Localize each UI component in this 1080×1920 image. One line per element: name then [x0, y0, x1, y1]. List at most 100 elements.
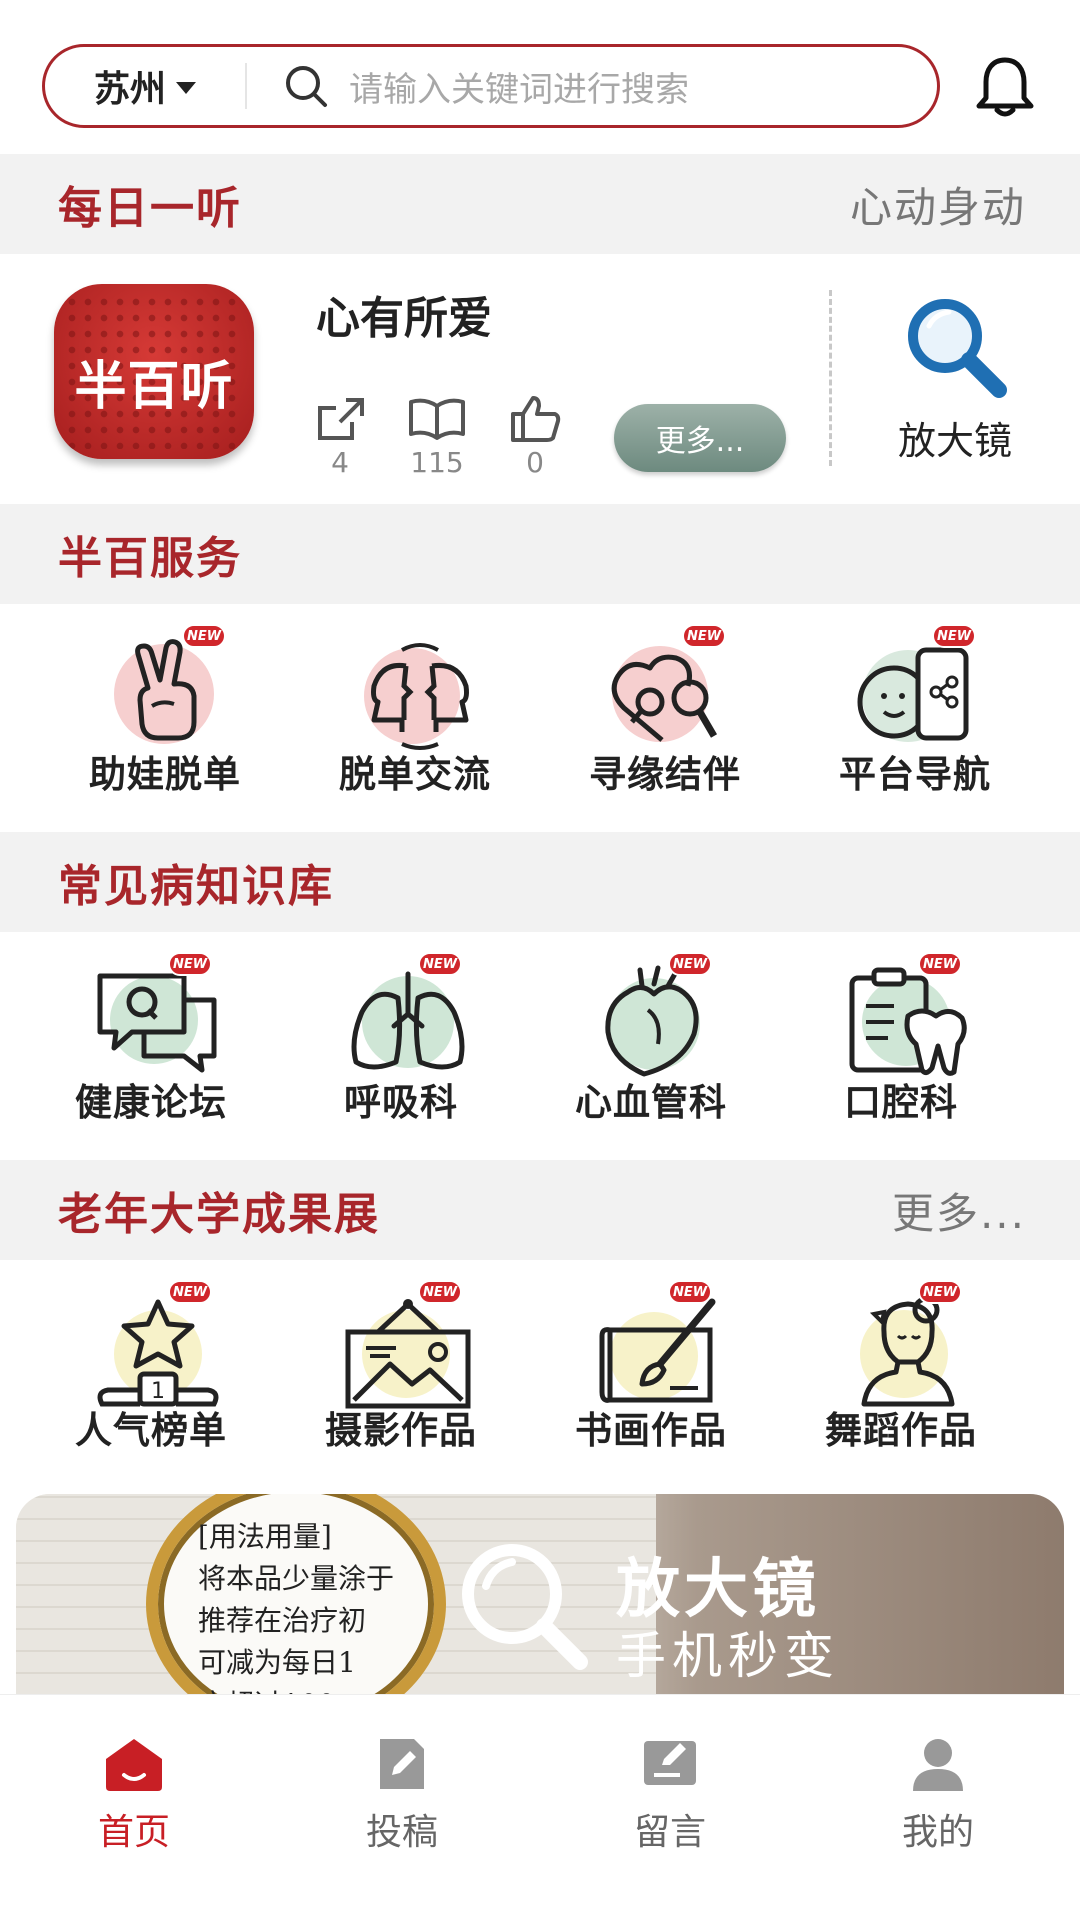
knowledge-label: 心血管科: [575, 1081, 727, 1124]
new-badge: NEW: [168, 1280, 212, 1304]
phone-share-icon: [852, 636, 992, 756]
vertical-divider: [829, 290, 832, 466]
service-label: 寻缘结伴: [589, 753, 741, 796]
lens-image: [用法用量] 将本品少量涂于 推荐在治疗初 可减为每日1 应超过100g。: [146, 1494, 446, 1694]
services-grid: NEW 助娃脱单 脱单交流 NEW 寻缘结伴 NEW 平台导航: [0, 604, 1080, 828]
picture-frame-icon: [338, 1292, 478, 1412]
lungs-icon: [338, 964, 478, 1084]
search-divider: [245, 63, 247, 109]
daily-header: 每日一听 心动身动: [0, 154, 1080, 254]
knowledge-item-dental[interactable]: NEW 口腔科: [776, 932, 1026, 1156]
knowledge-label: 呼吸科: [344, 1081, 458, 1124]
service-item-zhuwa[interactable]: NEW 助娃脱单: [40, 604, 290, 828]
brush-scroll-icon: [588, 1292, 728, 1412]
two-faces-icon: [352, 636, 492, 756]
university-more-link[interactable]: 更多...: [892, 1180, 1026, 1241]
section-title: 老年大学成果展: [58, 1189, 380, 1240]
service-item-nav[interactable]: NEW 平台导航: [790, 604, 1040, 828]
city-selector[interactable]: 苏州: [45, 47, 245, 125]
new-badge: NEW: [182, 624, 226, 648]
section-title: 每日一听: [58, 183, 242, 234]
home-icon: [106, 1739, 162, 1791]
knowledge-label: 口腔科: [844, 1081, 958, 1124]
logo-text: 半百听: [74, 357, 234, 417]
share-stat[interactable]: 4: [300, 394, 380, 479]
knowledge-label: 健康论坛: [75, 1081, 227, 1124]
magnifier-shortcut[interactable]: 放大镜: [880, 290, 1030, 465]
university-item-painting[interactable]: NEW 书画作品: [526, 1260, 776, 1484]
tab-home[interactable]: 首页: [34, 1735, 234, 1855]
section-title: 半百服务: [58, 533, 242, 584]
magnifier-icon: [462, 1544, 588, 1670]
knowledge-header: 常见病知识库: [0, 832, 1080, 932]
heart-search-icon: [602, 636, 742, 756]
service-label: 助娃脱单: [89, 753, 241, 796]
tooth-clipboard-icon: [838, 964, 978, 1084]
university-item-dance[interactable]: NEW 舞蹈作品: [776, 1260, 1026, 1484]
read-count: 115: [410, 446, 464, 479]
more-button[interactable]: 更多...: [614, 404, 786, 472]
service-label: 平台导航: [839, 753, 991, 796]
heart-organ-icon: [588, 964, 728, 1084]
daily-slogan[interactable]: 心动身动: [850, 174, 1026, 235]
song-title[interactable]: 心有所爱: [316, 282, 492, 346]
banner-subtitle: 手机秒变: [616, 1627, 840, 1685]
edit-document-icon: [380, 1739, 424, 1789]
university-label: 人气榜单: [75, 1409, 227, 1452]
top-bar: 苏州 请输入关键词进行搜索: [0, 0, 1080, 156]
new-badge: NEW: [932, 624, 976, 648]
bottom-nav: 首页 投稿 留言 我的: [0, 1694, 1080, 1920]
bell-icon[interactable]: [972, 54, 1038, 120]
magnifier-label: 放大镜: [897, 419, 1012, 463]
like-count: 0: [526, 446, 544, 479]
user-icon: [913, 1739, 963, 1791]
service-item-tuodan[interactable]: 脱单交流: [290, 604, 540, 828]
tab-label: 首页: [97, 1812, 170, 1853]
university-label: 摄影作品: [325, 1409, 477, 1452]
service-label: 脱单交流: [339, 753, 491, 796]
tab-message[interactable]: 留言: [570, 1735, 770, 1855]
tab-label: 我的: [901, 1812, 974, 1853]
caret-down-icon: [176, 82, 196, 94]
university-header: 老年大学成果展 更多...: [0, 1160, 1080, 1260]
like-stat[interactable]: 0: [495, 394, 575, 479]
lens-text: [用法用量] 将本品少量涂于 推荐在治疗初 可减为每日1 应超过100g。: [198, 1520, 395, 1694]
daily-listen-card: 半百听 心有所爱 4 115 0 更多... 放大镜: [0, 254, 1080, 504]
new-badge: NEW: [168, 952, 212, 976]
tab-mine[interactable]: 我的: [838, 1735, 1038, 1855]
new-badge: NEW: [418, 952, 462, 976]
tab-label: 留言: [633, 1812, 706, 1853]
thumbs-up-icon: [511, 396, 561, 442]
share-count: 4: [331, 446, 349, 479]
magnifier-banner[interactable]: [用法用量] 将本品少量涂于 推荐在治疗初 可减为每日1 应超过100g。 放大…: [16, 1494, 1064, 1694]
app-logo[interactable]: 半百听: [54, 284, 254, 459]
read-stat[interactable]: 115: [397, 394, 477, 479]
new-badge: NEW: [918, 952, 962, 976]
book-icon: [409, 398, 465, 440]
new-badge: NEW: [668, 952, 712, 976]
university-item-photo[interactable]: NEW 摄影作品: [276, 1260, 526, 1484]
tab-submit[interactable]: 投稿: [302, 1735, 502, 1855]
search-input[interactable]: 请输入关键词进行搜索: [349, 62, 689, 111]
new-badge: NEW: [918, 1280, 962, 1304]
services-header: 半百服务: [0, 504, 1080, 604]
new-badge: NEW: [682, 624, 726, 648]
tab-label: 投稿: [365, 1812, 438, 1853]
knowledge-item-forum[interactable]: NEW 健康论坛: [26, 932, 276, 1156]
knowledge-item-cardio[interactable]: NEW 心血管科: [526, 932, 776, 1156]
knowledge-grid: NEW 健康论坛 NEW 呼吸科 NEW 心血管科 NEW 口腔科: [0, 932, 1080, 1156]
service-item-xunyuan[interactable]: NEW 寻缘结伴: [540, 604, 790, 828]
section-title: 常见病知识库: [58, 861, 334, 912]
star-podium-icon: 1: [88, 1292, 228, 1412]
new-badge: NEW: [418, 1280, 462, 1304]
chat-bubbles-icon: [88, 964, 228, 1084]
share-icon: [318, 398, 364, 440]
university-grid: 1 NEW 人气榜单 NEW 摄影作品 NEW 书画作品 NEW 舞蹈作品: [0, 1260, 1080, 1484]
victory-hand-icon: [102, 636, 242, 756]
university-item-ranking[interactable]: 1 NEW 人气榜单: [26, 1260, 276, 1484]
university-label: 舞蹈作品: [825, 1409, 977, 1452]
knowledge-item-respiratory[interactable]: NEW 呼吸科: [276, 932, 526, 1156]
search-bar[interactable]: 苏州 请输入关键词进行搜索: [42, 44, 940, 128]
magnifier-icon: [908, 299, 1007, 398]
university-label: 书画作品: [575, 1409, 727, 1452]
